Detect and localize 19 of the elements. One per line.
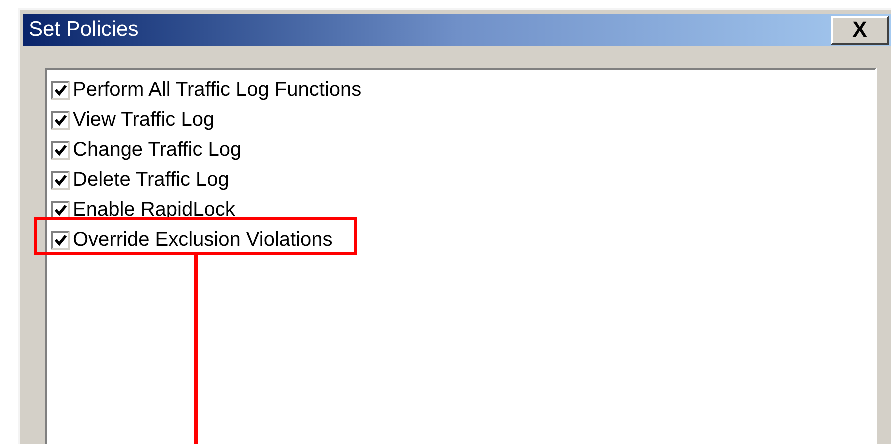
policy-label: Perform All Traffic Log Functions (73, 80, 362, 100)
policy-label: Enable RapidLock (73, 200, 236, 220)
checkbox[interactable] (51, 140, 70, 160)
policy-label: Change Traffic Log (73, 140, 242, 160)
window-title: Set Policies (29, 17, 139, 44)
checkbox[interactable] (51, 80, 70, 100)
checkmark-icon (54, 204, 66, 216)
policy-label: View Traffic Log (73, 110, 215, 130)
close-button[interactable]: X (831, 16, 889, 44)
checkmark-icon (54, 84, 66, 96)
checkmark-icon (54, 174, 66, 186)
checkbox[interactable] (51, 230, 70, 250)
checkmark-icon (54, 114, 66, 126)
policy-label: Delete Traffic Log (73, 170, 230, 190)
checkbox[interactable] (51, 170, 70, 190)
checkbox[interactable] (51, 110, 70, 130)
checkmark-icon (54, 144, 66, 156)
checkmark-icon (54, 234, 66, 246)
policy-label: Override Exclusion Violations (73, 230, 333, 250)
